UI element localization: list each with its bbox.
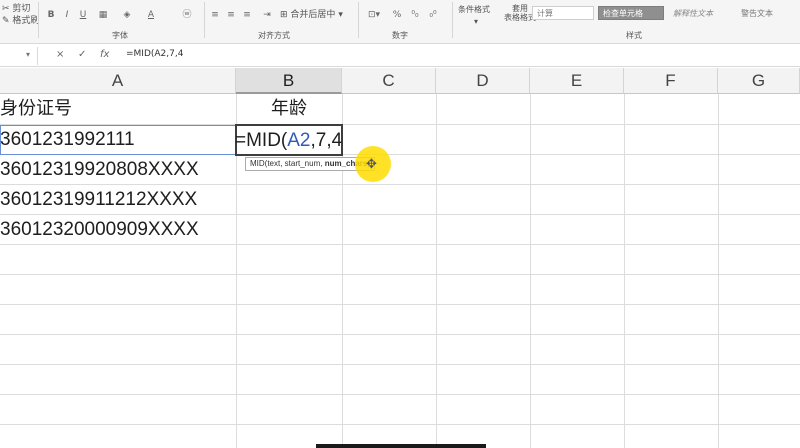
format-painter-button[interactable]: ✎ 格式刷 [2,15,39,27]
gridline [0,334,800,335]
column-header-d[interactable]: D [436,68,530,94]
conditional-format-button[interactable]: 条件格式 [458,4,490,16]
column-header-b[interactable]: B [236,68,342,94]
cancel-button[interactable]: × [56,49,64,60]
gridline [0,424,800,425]
ribbon-divider [452,2,453,38]
column-header-c[interactable]: C [342,68,436,94]
column-header-a[interactable]: A [0,68,236,94]
align-center-icon[interactable]: ≡ [224,8,238,22]
border-icon[interactable]: ▦ [96,8,110,22]
brush-icon: ✎ [2,16,10,26]
ribbon: ✂ 剪切 ✎ 格式刷 B I U ▦ ◈ A ⓦ 字体 ≡ ≡ ≡ ⇥ ⊞ 合并… [0,0,800,44]
italic-button[interactable]: I [60,8,74,22]
number-group: ⊡▾ % ⁰₀ ₀⁰ 数字 [360,0,450,44]
cell-a5[interactable]: 36012320000909XXXX [0,215,236,245]
cell-a4[interactable]: 36012319911212XXXX [0,185,236,215]
conditional-format-chevron-icon[interactable]: ▾ [474,16,478,28]
gridline [0,394,800,395]
insert-function-button[interactable]: fx [100,49,109,60]
clipboard-group: ✂ 剪切 ✎ 格式刷 [0,0,39,44]
percent-button[interactable]: % [390,8,404,22]
style-explanatory-text[interactable]: 解释性文本 [668,6,734,20]
alignment-group-label: 对齐方式 [258,31,290,40]
alignment-group: ≡ ≡ ≡ ⇥ ⊞ 合并后居中 ▾ 对齐方式 [206,0,356,44]
ribbon-divider [204,2,205,38]
tooltip-signature: MID(text, start_num, [250,159,325,168]
underline-button[interactable]: U [76,8,90,22]
cell-a1[interactable]: 身份证号 [0,94,236,124]
formula-input[interactable]: =MID(A2,7,4 [126,49,183,59]
align-left-icon[interactable]: ≡ [208,8,222,22]
currency-icon[interactable]: ⊡▾ [364,8,384,22]
ribbon-divider [358,2,359,38]
formula-bar: ▾ × ✓ fx =MID(A2,7,4 [0,45,800,67]
fill-color-icon[interactable]: ◈ [120,8,134,22]
style-calc[interactable]: 计算 [532,6,594,20]
confirm-button[interactable]: ✓ [78,49,86,60]
cell-b1[interactable]: 年龄 [236,94,342,124]
gridline [0,304,800,305]
number-group-label: 数字 [392,31,408,40]
cell-a3[interactable]: 36012319920808XXXX [0,155,236,185]
decimal-increase-icon[interactable]: ⁰₀ [408,8,422,22]
style-warning-text[interactable]: 警告文本 [736,6,798,20]
font-color-icon[interactable]: A [144,8,158,22]
merge-center-button[interactable]: ⊞ 合并后居中 ▾ [280,9,343,21]
ribbon-divider [38,2,39,38]
indent-icon[interactable]: ⇥ [260,8,274,22]
font-more-icon[interactable]: ⓦ [180,8,194,22]
font-group-label: 字体 [112,31,128,40]
formula-prefix: =MID( [235,130,288,151]
gridline [0,274,800,275]
style-check-cell[interactable]: 检查单元格 [598,6,664,20]
formula-suffix: ,7,4 [310,130,343,151]
align-right-icon[interactable]: ≡ [240,8,254,22]
merge-icon: ⊞ [280,10,288,20]
styles-group: 条件格式 ▾ 套用 表格格式 计算 检查单元格 解释性文本 警告文本 样式 [454,0,800,44]
decimal-decrease-icon[interactable]: ₀⁰ [426,8,440,22]
name-box[interactable]: ▾ [0,47,38,65]
cell-a2[interactable]: 3601231992111 [0,125,234,155]
column-header-g[interactable]: G [718,68,800,94]
cell-b2-editor[interactable]: =MID(A2,7,4 [235,126,342,156]
video-overlay-bar [316,444,486,448]
scissors-icon: ✂ [2,4,10,14]
gridline [0,364,800,365]
formula-reference: A2 [287,130,311,151]
column-header-e[interactable]: E [530,68,624,94]
font-group: B I U ▦ ◈ A ⓦ 字体 [40,0,200,44]
bold-button[interactable]: B [44,8,58,22]
styles-group-label: 样式 [626,31,642,40]
cut-button[interactable]: ✂ 剪切 [2,3,30,15]
move-cursor-icon: ✥ [366,157,377,172]
chevron-down-icon[interactable]: ▾ [26,50,30,59]
column-header-f[interactable]: F [624,68,718,94]
chevron-down-icon: ▾ [338,10,343,20]
